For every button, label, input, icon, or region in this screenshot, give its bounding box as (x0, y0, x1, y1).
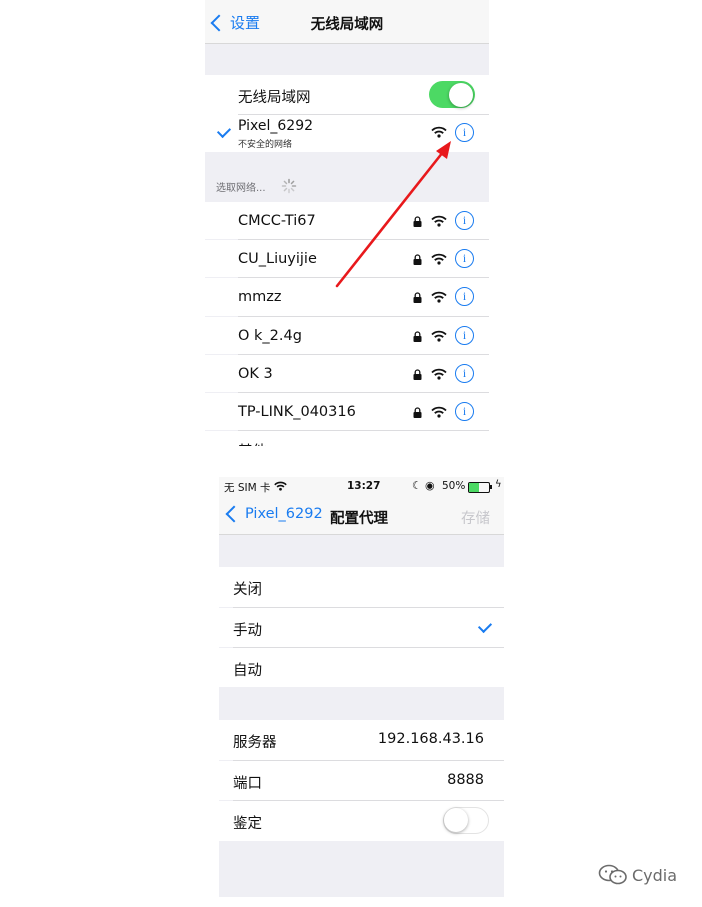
wlan-toggle-row: 无线局域网 (205, 75, 489, 115)
charging-icon: ϟ (495, 479, 502, 490)
section-header: 选取网络... (216, 179, 266, 194)
network-name: CMCC-Ti67 (238, 213, 316, 229)
carrier-label: 无 SIM 卡 (224, 482, 271, 494)
server-label: 服务器 (233, 735, 277, 751)
auth-row: 鉴定 (219, 801, 504, 841)
battery-tip (490, 485, 492, 489)
lock-icon (413, 254, 422, 266)
auth-label: 鉴定 (233, 816, 262, 832)
network-row[interactable]: CMCC-Ti67 i (205, 202, 489, 240)
auth-toggle[interactable] (443, 807, 489, 834)
network-row[interactable]: mmzz i (205, 278, 489, 316)
wechat-logo-icon (598, 864, 627, 885)
proxy-nav-bar: Pixel_6292 配置代理 存储 (219, 496, 504, 535)
clock: 13:27 (347, 480, 381, 492)
watermark: Cydia (598, 864, 677, 886)
back-label: Pixel_6292 (245, 506, 323, 522)
page-title: 配置代理 (330, 511, 388, 527)
save-button[interactable]: 存储 (461, 507, 490, 528)
connected-network-name: Pixel_6292 (238, 118, 314, 134)
toggle-knob (449, 82, 473, 107)
wifi-signal-icon (431, 253, 447, 265)
info-icon[interactable]: i (455, 287, 474, 307)
back-button[interactable]: Pixel_6292 (225, 505, 323, 523)
page-title: 无线局域网 (310, 17, 384, 33)
server-value[interactable]: 192.168.43.16 (378, 731, 484, 747)
wifi-settings-screen: 设置 无线局域网 无线局域网 Pixel_6292 不安全的网络 i 选取网络.… (205, 0, 489, 446)
chevron-left-icon (225, 505, 243, 523)
mode-row-off[interactable]: 关闭 (219, 567, 504, 607)
lock-icon (413, 330, 422, 342)
mode-label: 手动 (233, 623, 262, 639)
mode-label: 关闭 (233, 582, 262, 598)
wifi-nav-bar: 设置 无线局域网 (205, 0, 489, 44)
port-value[interactable]: 8888 (447, 772, 484, 788)
info-icon[interactable]: i (455, 363, 474, 383)
wifi-signal-icon (431, 126, 447, 138)
wifi-status-icon (274, 481, 287, 491)
port-row[interactable]: 端口 8888 (219, 761, 504, 800)
lock-icon (413, 369, 422, 380)
other-network-row[interactable]: 其他 (205, 431, 489, 446)
wifi-signal-icon (431, 292, 447, 303)
network-name: O k_2.4g (238, 327, 302, 344)
port-label: 端口 (233, 776, 262, 792)
checkmark-icon (216, 123, 232, 139)
wifi-signal-icon (431, 406, 447, 418)
mode-row-manual[interactable]: 手动 (219, 608, 504, 647)
mode-row-auto[interactable]: 自动 (219, 648, 504, 687)
wifi-signal-icon (431, 215, 447, 227)
orientation-lock-icon: ◉ (425, 479, 435, 492)
other-label: 其他 (238, 440, 267, 446)
status-bar: 无 SIM 卡 13:27 ☾ ◉ 50% ϟ (219, 477, 504, 496)
network-row[interactable]: OK 3 i (205, 354, 489, 392)
battery-percent: 50% (442, 480, 466, 492)
proxy-settings-screen: 无 SIM 卡 13:27 ☾ ◉ 50% ϟ Pixel_6292 配置代理 … (219, 477, 504, 897)
network-name: mmzz (238, 289, 282, 306)
lock-icon (413, 407, 422, 418)
info-icon[interactable]: i (455, 402, 474, 421)
connected-network-subtitle: 不安全的网络 (238, 140, 293, 150)
network-row[interactable]: TP-LINK_040316 i (205, 393, 489, 431)
network-row[interactable]: O k_2.4g i (205, 316, 489, 354)
section-header-label: 选取网络... (216, 183, 266, 194)
lock-icon (413, 216, 422, 227)
info-icon[interactable]: i (455, 249, 474, 269)
watermark-text: Cydia (632, 865, 678, 885)
wifi-signal-icon (431, 330, 447, 342)
checkmark-icon (477, 618, 493, 634)
battery-icon (468, 482, 490, 493)
network-name: TP-LINK_040316 (238, 404, 356, 420)
info-icon[interactable]: i (455, 123, 474, 142)
wlan-toggle[interactable] (429, 81, 475, 108)
network-name: OK 3 (238, 365, 273, 382)
network-row[interactable]: CU_Liuyijie i (205, 240, 489, 278)
info-icon[interactable]: i (455, 211, 474, 230)
mode-label: 自动 (233, 663, 262, 679)
loading-spinner-icon (281, 178, 297, 194)
toggle-knob (444, 808, 468, 832)
server-row[interactable]: 服务器 192.168.43.16 (219, 720, 504, 760)
connected-network-row[interactable]: Pixel_6292 不安全的网络 i (205, 115, 489, 152)
info-icon[interactable]: i (455, 325, 474, 345)
wifi-signal-icon (431, 368, 447, 380)
wlan-label: 无线局域网 (238, 90, 311, 106)
moon-icon: ☾ (412, 479, 422, 492)
network-name: CU_Liuyijie (238, 251, 317, 268)
lock-icon (413, 292, 422, 304)
